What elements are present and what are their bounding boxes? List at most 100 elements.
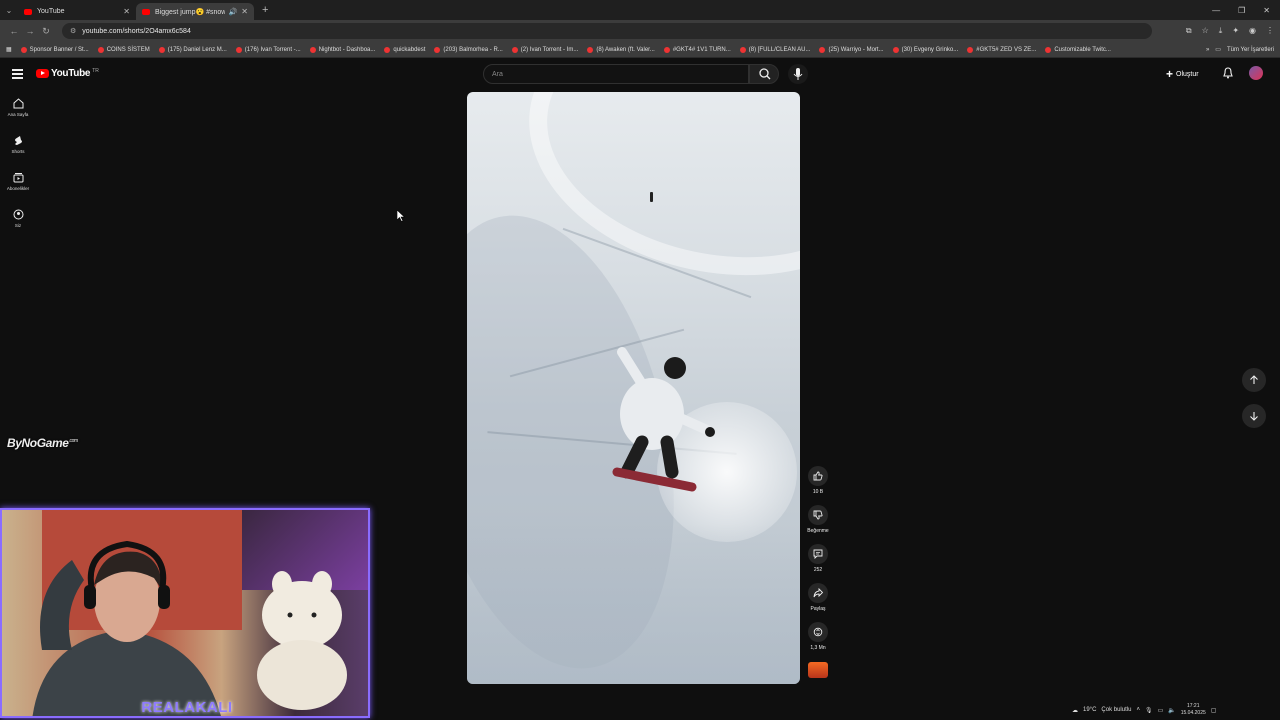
- back-icon[interactable]: ←: [6, 26, 22, 36]
- bookmark-item[interactable]: (175) Daniel Lenz M...: [158, 46, 227, 53]
- youtube-favicon-icon: [142, 8, 150, 15]
- bookmark-item[interactable]: (203) Balmorhea - R...: [434, 46, 503, 53]
- share-button[interactable]: Paylaş: [803, 583, 833, 622]
- profile-icon[interactable]: ◉: [1249, 26, 1256, 36]
- plus-icon: +: [1166, 67, 1174, 81]
- voice-search-button[interactable]: [788, 64, 808, 84]
- tab-shorts-video[interactable]: Biggest jump😮 #snowbo 🔊 ✕: [136, 3, 254, 20]
- create-button[interactable]: + Oluştur: [1166, 67, 1199, 81]
- stream-watermark: ByNoGame.com: [7, 436, 78, 450]
- bookmark-star-icon[interactable]: ☆: [1202, 26, 1209, 36]
- hamburger-menu-icon[interactable]: [12, 69, 23, 81]
- region-code: TR: [92, 67, 99, 74]
- youtube-logo[interactable]: YouTube TR: [36, 68, 99, 79]
- bookmark-item[interactable]: Sponsor Banner / St...: [20, 46, 89, 53]
- comment-icon: [808, 544, 828, 564]
- tab-search-button[interactable]: ⌄: [0, 6, 18, 15]
- bookmark-item[interactable]: COINS SİSTEM: [97, 46, 150, 53]
- volume-icon[interactable]: 🔈: [1168, 707, 1175, 714]
- bookmark-item[interactable]: quickabdest: [384, 46, 425, 53]
- home-icon: [13, 98, 23, 109]
- you-icon: [13, 209, 23, 220]
- bookmark-item[interactable]: (8) [FULL/CLEAN AU...: [739, 46, 810, 53]
- extensions-icon[interactable]: ✦: [1232, 26, 1239, 36]
- weather-description[interactable]: Çok bulutlu: [1101, 707, 1131, 713]
- apps-icon[interactable]: ▦: [6, 46, 12, 53]
- subscriptions-icon: [13, 173, 23, 183]
- address-bar-actions: ⧉ ☆ ⤓ ✦ ◉ ⋮: [1186, 26, 1274, 36]
- all-bookmarks-label: Tüm Yer İşaretleri: [1226, 46, 1274, 53]
- forward-icon[interactable]: →: [22, 26, 38, 36]
- restore-icon[interactable]: ❐: [1238, 6, 1245, 15]
- install-app-icon[interactable]: ⧉: [1186, 26, 1192, 36]
- notifications-button[interactable]: [1221, 66, 1235, 85]
- reload-icon[interactable]: ↻: [38, 26, 54, 37]
- shorts-video-player[interactable]: [467, 92, 800, 684]
- bookmark-item[interactable]: (2) Ivan Torrent - Im...: [511, 46, 578, 53]
- search-icon: [759, 68, 771, 80]
- search-input[interactable]: Ara: [483, 64, 749, 84]
- sidebar-item-home[interactable]: Ana Sayfa: [0, 92, 36, 129]
- download-icon[interactable]: ⤓: [1219, 26, 1223, 36]
- all-bookmarks-button[interactable]: » ▭ Tüm Yer İşaretleri: [1206, 46, 1274, 54]
- close-tab-icon[interactable]: ✕: [123, 7, 130, 16]
- like-button[interactable]: 10 B: [803, 466, 833, 505]
- menu-dots-icon[interactable]: ⋮: [1266, 26, 1274, 36]
- account-avatar[interactable]: [1249, 66, 1263, 80]
- dislike-button[interactable]: Beğenme: [803, 505, 833, 544]
- sidebar-item-shorts[interactable]: Shorts: [0, 129, 36, 166]
- plush-toy: [257, 571, 347, 710]
- clock-date: 15.04.2025: [1180, 710, 1206, 716]
- new-tab-button[interactable]: +: [262, 4, 268, 16]
- bookmark-item[interactable]: (30) Evgeny Grinko...: [892, 46, 958, 53]
- microphone-tray-icon[interactable]: 🎙: [1145, 707, 1153, 714]
- tab-title: Biggest jump😮 #snowbo: [155, 8, 225, 16]
- tray-overflow-icon[interactable]: ˄: [1136, 707, 1140, 713]
- url-field[interactable]: ⚙ youtube.com/shorts/2O4amx6c584: [62, 23, 1152, 39]
- speaker-icon[interactable]: 🔊: [229, 8, 238, 16]
- sidebar-item-you[interactable]: Siz: [0, 203, 36, 240]
- youtube-play-icon: [36, 69, 49, 78]
- window-controls: — ❐ ✕: [1212, 6, 1280, 15]
- comment-count: 252: [813, 567, 823, 573]
- close-window-icon[interactable]: ✕: [1263, 6, 1270, 15]
- remix-button[interactable]: 1,3 Mn: [803, 622, 833, 661]
- sidebar-item-label: Abonelikler: [6, 186, 30, 191]
- arrow-up-icon: [1250, 375, 1258, 384]
- share-label: Paylaş: [810, 606, 826, 612]
- bookmark-item[interactable]: Customizable Twitc...: [1045, 46, 1111, 53]
- minimize-icon[interactable]: —: [1212, 6, 1220, 15]
- overflow-chevron-icon[interactable]: »: [1206, 47, 1209, 53]
- shorts-icon: [14, 136, 22, 145]
- thumbs-down-icon: [808, 505, 828, 525]
- weather-temp[interactable]: 19°C: [1083, 707, 1096, 713]
- dislike-label: Beğenme: [807, 528, 829, 534]
- network-icon[interactable]: ▭: [1158, 707, 1164, 714]
- clock-time: 17:21: [1186, 703, 1200, 709]
- next-short-button[interactable]: [1242, 404, 1266, 428]
- bookmark-item[interactable]: (8) Awaken (ft. Valer...: [587, 46, 655, 53]
- notification-center-icon[interactable]: ▢: [1211, 707, 1217, 714]
- previous-short-button[interactable]: [1242, 368, 1266, 392]
- site-info-icon[interactable]: ⚙: [70, 27, 76, 35]
- bookmark-item[interactable]: Nightbot - Dashboa...: [309, 46, 375, 53]
- bookmarks-bar: ▦ Sponsor Banner / St... COINS SİSTEM (1…: [0, 42, 1280, 58]
- comments-button[interactable]: 252: [803, 544, 833, 583]
- clock[interactable]: 17:21 15.04.2025: [1181, 703, 1206, 717]
- bookmark-item[interactable]: (176) Ivan Torrent -...: [235, 46, 301, 53]
- weather-icon: ☁: [1072, 707, 1078, 714]
- sidebar-item-label: Siz: [14, 223, 22, 228]
- bookmark-item[interactable]: #GKT5# ZED VS ZE...: [967, 46, 1036, 53]
- system-tray: ☁ 19°C Çok bulutlu ˄ 🎙 ▭ 🔈 17:21 15.04.2…: [1072, 700, 1280, 720]
- remix-icon: [808, 622, 828, 642]
- search-button[interactable]: [749, 64, 779, 84]
- sidebar-item-subscriptions[interactable]: Abonelikler: [0, 166, 36, 203]
- tab-youtube[interactable]: YouTube ✕: [18, 3, 136, 20]
- streamer-person: [32, 540, 221, 716]
- shorts-navigation: [1242, 368, 1266, 440]
- close-tab-icon[interactable]: ✕: [241, 7, 248, 16]
- bookmark-item[interactable]: #GKT4# 1V1 TURN...: [663, 46, 731, 53]
- sound-thumbnail[interactable]: [808, 662, 828, 678]
- bookmark-item[interactable]: (25) Warriyo - Mort...: [819, 46, 884, 53]
- snowboarder: [612, 347, 715, 492]
